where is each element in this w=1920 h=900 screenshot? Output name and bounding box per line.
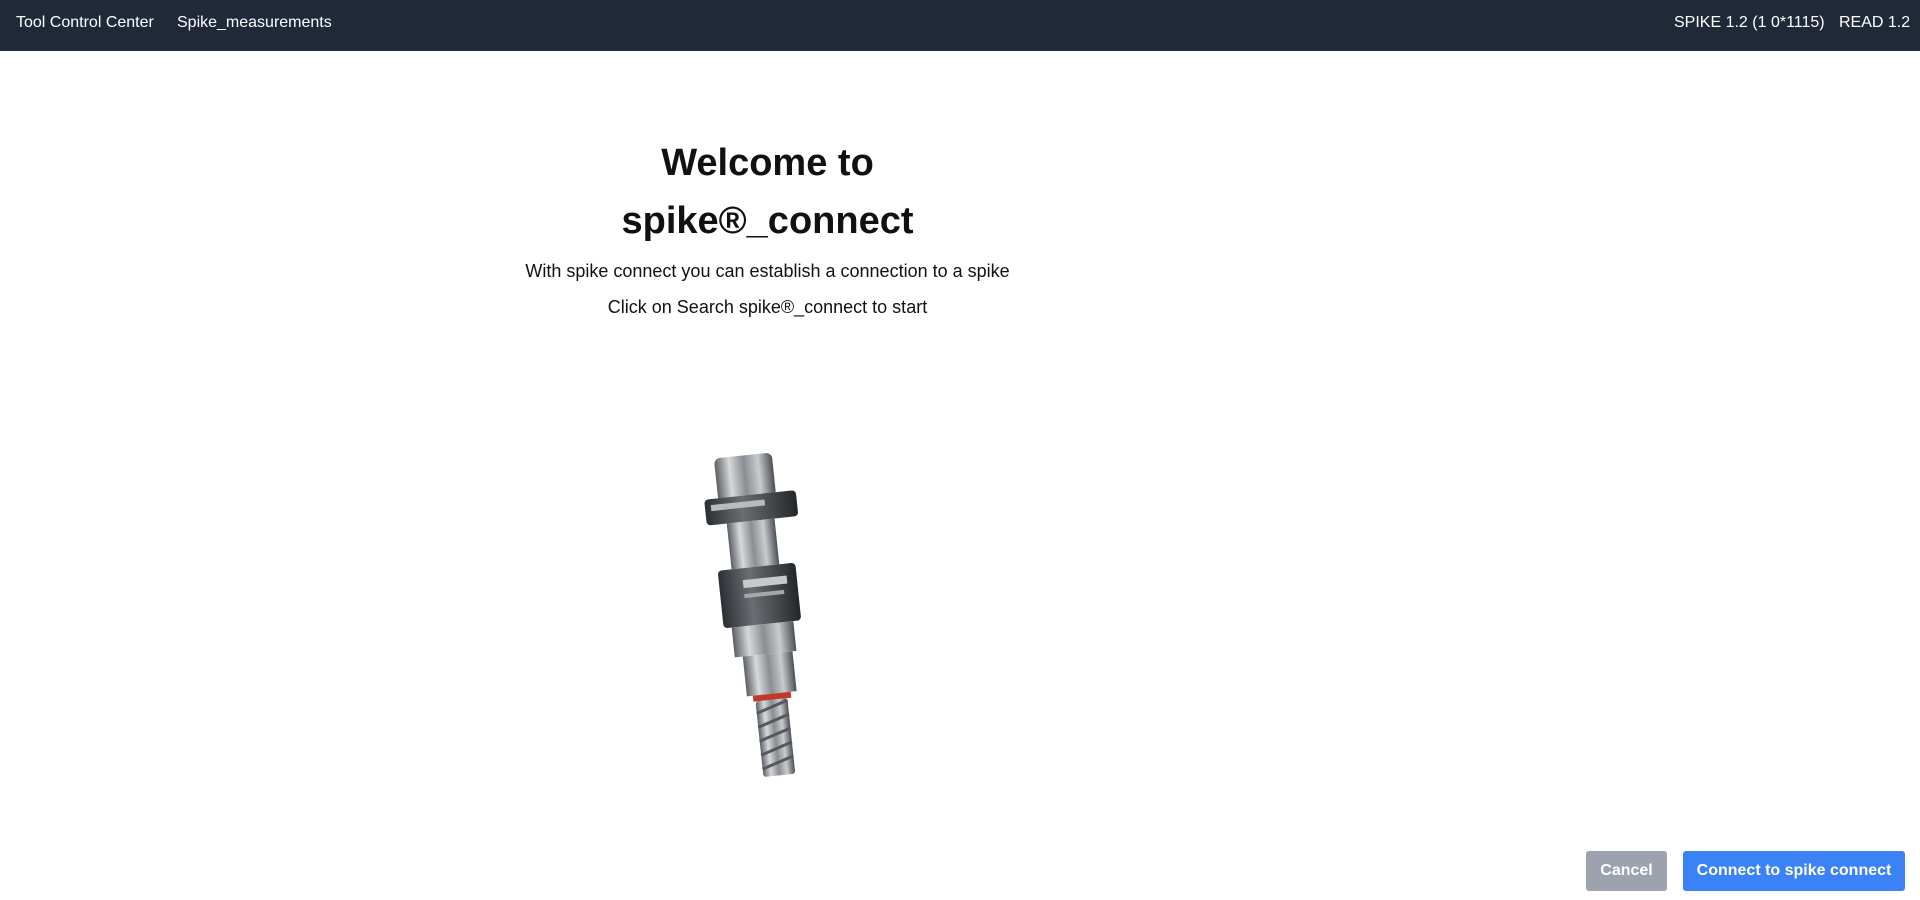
read-version-info: READ 1.2: [1839, 14, 1911, 31]
top-navigation-bar: Tool Control Center Spike_measurements S…: [0, 0, 1920, 51]
cancel-button[interactable]: Cancel: [1586, 851, 1667, 891]
spike-tool-holder-image: [700, 450, 830, 780]
spike-version-info: SPIKE 1.2 (1 0*1115): [1674, 14, 1825, 31]
page-title: Welcome to spike®_connect: [621, 142, 914, 242]
app-title-link[interactable]: Tool Control Center: [16, 0, 154, 51]
spike-measurements-link[interactable]: Spike_measurements: [177, 0, 332, 51]
connect-button[interactable]: Connect to spike connect: [1683, 851, 1905, 891]
instruction-text: Click on Search spike®_connect to start: [607, 297, 928, 317]
tool-holder-graphic: [704, 453, 801, 777]
description-text: With spike connect you can establish a c…: [525, 261, 1010, 281]
welcome-section: Welcome to spike®_connect With spike con…: [520, 134, 1015, 325]
